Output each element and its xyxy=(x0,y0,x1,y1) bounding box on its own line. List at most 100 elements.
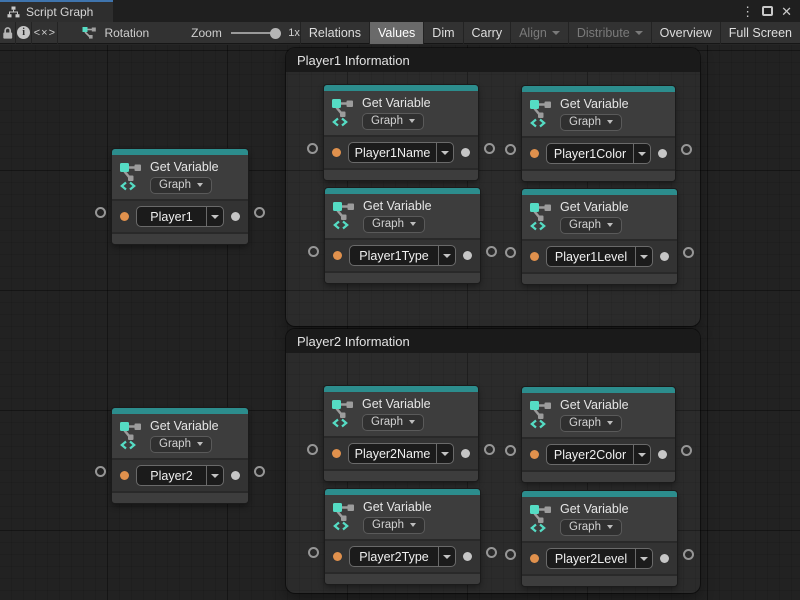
graph-kind-dropdown[interactable]: Graph xyxy=(560,415,622,432)
get-variable-node-player1name[interactable]: Get Variable Graph Player1Name xyxy=(324,85,478,180)
lock-icon xyxy=(0,26,15,40)
inspect-button[interactable]: i xyxy=(16,22,32,44)
relations-button[interactable]: Relations xyxy=(300,22,369,44)
input-port[interactable] xyxy=(333,552,342,561)
outer-output-port[interactable] xyxy=(484,444,495,455)
tab-script-graph[interactable]: Script Graph xyxy=(0,0,113,22)
get-variable-node-player1[interactable]: Get Variable Graph Player1 xyxy=(112,149,248,244)
output-port[interactable] xyxy=(463,552,472,561)
align-dropdown[interactable]: Align xyxy=(510,22,568,44)
input-port[interactable] xyxy=(530,149,539,158)
get-variable-node-player2level[interactable]: Get Variable Graph Player2Level xyxy=(522,491,677,586)
group-header[interactable]: Player2 Information xyxy=(286,329,700,353)
menu-icon[interactable]: ⋮ xyxy=(741,5,754,18)
outer-input-port[interactable] xyxy=(505,247,516,258)
outer-output-port[interactable] xyxy=(254,466,265,477)
get-variable-node-player2[interactable]: Get Variable Graph Player2 xyxy=(112,408,248,503)
output-port[interactable] xyxy=(231,471,240,480)
code-preview-button[interactable]: <×> xyxy=(32,22,58,44)
graph-kind-dropdown[interactable]: Graph xyxy=(560,114,622,131)
chevron-down-icon xyxy=(552,31,560,35)
output-port[interactable] xyxy=(463,251,472,260)
outer-input-port[interactable] xyxy=(308,246,319,257)
variable-name-dropdown[interactable]: Player2Name xyxy=(348,443,454,464)
get-variable-node-player2color[interactable]: Get Variable Graph Player2Color xyxy=(522,387,675,482)
overview-button[interactable]: Overview xyxy=(651,22,720,44)
output-port[interactable] xyxy=(660,554,669,563)
graph-kind-dropdown[interactable]: Graph xyxy=(150,177,212,194)
outer-input-port[interactable] xyxy=(307,444,318,455)
variable-name-dropdown[interactable]: Player2Level xyxy=(546,548,653,569)
output-port[interactable] xyxy=(660,252,669,261)
graph-kind-dropdown[interactable]: Graph xyxy=(362,414,424,431)
graph-kind-dropdown[interactable]: Graph xyxy=(150,436,212,453)
values-button[interactable]: Values xyxy=(369,22,423,44)
zoom-slider[interactable] xyxy=(231,32,278,34)
outer-input-port[interactable] xyxy=(505,445,516,456)
input-port[interactable] xyxy=(530,554,539,563)
dim-button[interactable]: Dim xyxy=(423,22,462,44)
outer-output-port[interactable] xyxy=(681,445,692,456)
outer-input-port[interactable] xyxy=(505,549,516,560)
output-port[interactable] xyxy=(461,449,470,458)
input-port[interactable] xyxy=(332,148,341,157)
output-port[interactable] xyxy=(658,149,667,158)
output-port[interactable] xyxy=(658,450,667,459)
input-port[interactable] xyxy=(530,252,539,261)
outer-output-port[interactable] xyxy=(486,246,497,257)
group-header[interactable]: Player1 Information xyxy=(286,48,700,72)
graph-canvas[interactable]: Player1 Information Player2 Information … xyxy=(0,45,800,600)
output-port[interactable] xyxy=(231,212,240,221)
outer-input-port[interactable] xyxy=(308,547,319,558)
outer-output-port[interactable] xyxy=(683,549,694,560)
outer-input-port[interactable] xyxy=(505,144,516,155)
fullscreen-button[interactable]: Full Screen xyxy=(720,22,800,44)
graph-kind-dropdown[interactable]: Graph xyxy=(362,113,424,130)
outer-input-port[interactable] xyxy=(95,207,106,218)
variable-name-dropdown[interactable]: Player1Level xyxy=(546,246,653,267)
distribute-dropdown[interactable]: Distribute xyxy=(568,22,651,44)
chevron-down-icon xyxy=(635,549,652,568)
toolbar-toggle-buttons: Relations Values Dim Carry Align Distrib… xyxy=(300,22,800,44)
outer-output-port[interactable] xyxy=(484,143,495,154)
maximize-icon[interactable] xyxy=(762,6,773,16)
graph-kind-dropdown[interactable]: Graph xyxy=(560,217,622,234)
carry-button[interactable]: Carry xyxy=(463,22,511,44)
variable-name-dropdown[interactable]: Player1Name xyxy=(348,142,454,163)
variable-name-dropdown[interactable]: Player1Color xyxy=(546,143,651,164)
chevron-down-icon xyxy=(409,420,415,424)
outer-input-port[interactable] xyxy=(307,143,318,154)
graph-kind-dropdown[interactable]: Graph xyxy=(363,517,425,534)
node-title: Get Variable xyxy=(150,419,219,433)
output-port[interactable] xyxy=(461,148,470,157)
variable-name-dropdown[interactable]: Player1Type xyxy=(349,245,456,266)
close-icon[interactable]: ✕ xyxy=(781,5,792,18)
graph-kind-dropdown[interactable]: Graph xyxy=(363,216,425,233)
get-variable-node-player2name[interactable]: Get Variable Graph Player2Name xyxy=(324,386,478,481)
input-port[interactable] xyxy=(333,251,342,260)
outer-output-port[interactable] xyxy=(681,144,692,155)
input-port[interactable] xyxy=(120,471,129,480)
outer-output-port[interactable] xyxy=(254,207,265,218)
input-port[interactable] xyxy=(530,450,539,459)
tab-title: Script Graph xyxy=(26,5,93,19)
variable-name-dropdown[interactable]: Player1 xyxy=(136,206,224,227)
outer-input-port[interactable] xyxy=(95,466,106,477)
get-variable-node-player1type[interactable]: Get Variable Graph Player1Type xyxy=(325,188,480,283)
variable-name-dropdown[interactable]: Player2Type xyxy=(349,546,456,567)
node-header: Get Variable Graph xyxy=(112,155,248,199)
input-port[interactable] xyxy=(332,449,341,458)
zoom-slider-handle[interactable] xyxy=(270,28,281,39)
group-title: Player1 Information xyxy=(297,53,410,68)
rotation-control[interactable]: Rotation xyxy=(82,26,149,40)
variable-name-dropdown[interactable]: Player2 xyxy=(136,465,224,486)
outer-output-port[interactable] xyxy=(486,547,497,558)
get-variable-node-player1level[interactable]: Get Variable Graph Player1Level xyxy=(522,189,677,284)
input-port[interactable] xyxy=(120,212,129,221)
get-variable-node-player2type[interactable]: Get Variable Graph Player2Type xyxy=(325,489,480,584)
outer-output-port[interactable] xyxy=(683,247,694,258)
graph-kind-dropdown[interactable]: Graph xyxy=(560,519,622,536)
variable-name-dropdown[interactable]: Player2Color xyxy=(546,444,651,465)
get-variable-node-player1color[interactable]: Get Variable Graph Player1Color xyxy=(522,86,675,181)
lock-button[interactable] xyxy=(0,22,16,44)
